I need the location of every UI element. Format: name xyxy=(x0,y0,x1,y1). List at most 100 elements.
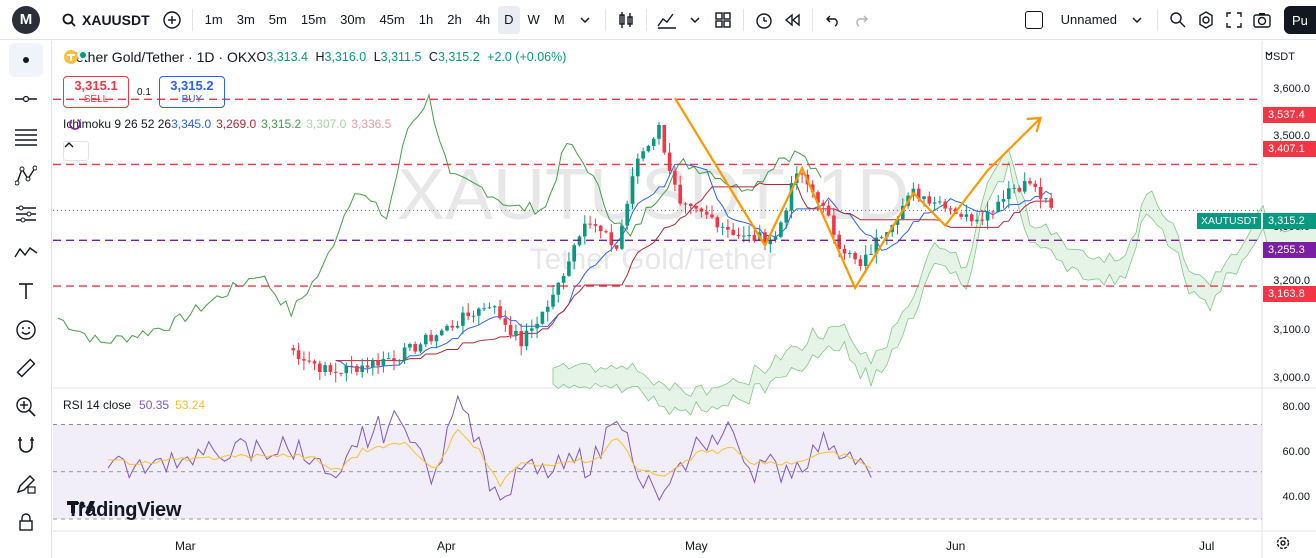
interval-5m[interactable]: 5m xyxy=(263,6,293,34)
ichimoku-lagging: 3,315.2 xyxy=(261,117,302,131)
rsi-legend[interactable]: RSI 14 close 50.35 53.24 xyxy=(63,398,205,412)
watermark-name: Tether Gold/Tether xyxy=(530,243,777,276)
ichimoku-legend[interactable]: Ichimoku 9 26 52 26 3,345.0 3,269.0 3,31… xyxy=(63,117,391,131)
rsi-label: RSI 14 close xyxy=(63,398,132,412)
collapse-legend-button[interactable] xyxy=(63,141,89,161)
candle-body xyxy=(519,331,523,347)
buy-button[interactable]: 3,315.2 BUY xyxy=(158,76,225,108)
interval-M[interactable]: M xyxy=(548,6,571,34)
interval-W[interactable]: W xyxy=(522,6,546,34)
candle-body xyxy=(657,124,661,139)
layout-icon[interactable] xyxy=(1024,10,1043,29)
candle-body xyxy=(296,350,301,360)
candle-body xyxy=(371,360,375,368)
user-avatar[interactable]: M xyxy=(12,5,40,34)
layout-name[interactable]: Unnamed xyxy=(1055,6,1123,34)
ruler-icon xyxy=(16,358,36,378)
camera-icon[interactable] xyxy=(1248,6,1276,34)
candle-body xyxy=(439,330,444,336)
trend-line-tool[interactable] xyxy=(0,80,52,119)
settings-gear-icon[interactable] xyxy=(1192,6,1220,34)
candle-body xyxy=(1022,181,1027,192)
sell-button[interactable]: 3,315.1 SELL xyxy=(63,76,129,108)
candle-body xyxy=(471,315,476,317)
candles-icon[interactable] xyxy=(612,6,640,34)
compare-add-icon[interactable] xyxy=(158,6,186,34)
symbol-search[interactable]: XAUUSDT xyxy=(62,12,150,28)
text-tool[interactable] xyxy=(0,272,52,311)
indicators-icon[interactable] xyxy=(653,6,681,34)
candle-body xyxy=(747,235,751,237)
candle-body xyxy=(863,254,868,266)
interval-15m[interactable]: 15m xyxy=(295,6,332,34)
candle-body xyxy=(731,229,735,235)
symbol-title[interactable]: Tether Gold/Tether · 1D · OKX xyxy=(69,49,257,65)
undo-icon[interactable] xyxy=(819,6,847,34)
candle-body xyxy=(800,173,804,175)
status-dot-icon xyxy=(77,49,89,61)
smiley-icon xyxy=(16,320,36,340)
candle-body xyxy=(932,202,937,204)
candle-body xyxy=(694,205,698,209)
currency-selector[interactable]: USDT xyxy=(1265,51,1295,63)
chevron-down-icon[interactable] xyxy=(571,6,599,34)
search-icon xyxy=(62,13,76,27)
candle-body xyxy=(1028,181,1032,184)
candle-body xyxy=(641,151,645,159)
candle-body xyxy=(858,259,863,266)
candle-body xyxy=(360,365,364,373)
candle-body xyxy=(593,224,598,226)
alert-clock-icon[interactable] xyxy=(750,6,778,34)
keep-drawing-tool[interactable] xyxy=(0,465,52,504)
interval-list: 1m 3m 5m 15m 30m 45m 1h 2h 4h D W M xyxy=(199,5,571,34)
candle-body xyxy=(349,365,354,367)
redo-icon[interactable] xyxy=(847,6,875,34)
lock-tool[interactable] xyxy=(0,503,52,542)
publish-button[interactable]: Pu xyxy=(1284,6,1316,34)
interval-1h[interactable]: 1h xyxy=(413,6,439,34)
chart-settings-button[interactable] xyxy=(1275,535,1301,557)
fib-tool[interactable] xyxy=(0,118,52,157)
icon-tool[interactable] xyxy=(0,311,52,350)
pattern-icon xyxy=(15,165,37,186)
candle-body xyxy=(662,124,667,153)
candle-body xyxy=(487,307,492,309)
candle-body xyxy=(397,360,402,362)
interval-2h[interactable]: 2h xyxy=(441,6,467,34)
candle-body xyxy=(381,358,386,366)
layouts-grid-icon[interactable] xyxy=(709,6,737,34)
candle-body xyxy=(779,222,783,237)
chart-pane[interactable]: XAUTUSDT, 1D Tether Gold/Tether Tether Go… xyxy=(53,41,1316,558)
quick-search-icon[interactable] xyxy=(1164,6,1192,34)
chevron-down-icon xyxy=(1265,51,1273,56)
interval-45m[interactable]: 45m xyxy=(373,6,410,34)
cursor-tool[interactable] xyxy=(0,41,52,80)
text-t-icon xyxy=(19,283,33,300)
forecast-tool[interactable] xyxy=(0,195,52,234)
pattern-tool[interactable] xyxy=(0,157,52,196)
tradingview-logo-icon xyxy=(67,501,95,513)
replay-icon[interactable] xyxy=(778,6,806,34)
candle-body xyxy=(683,203,688,205)
candle-body xyxy=(402,347,407,361)
candle-body xyxy=(376,360,380,366)
zoom-tool[interactable] xyxy=(0,388,52,427)
interval-30m[interactable]: 30m xyxy=(334,6,371,34)
month-label: May xyxy=(685,539,708,553)
candle-body xyxy=(609,232,614,246)
candle-body xyxy=(323,365,327,373)
fullscreen-icon[interactable] xyxy=(1220,6,1248,34)
interval-3m[interactable]: 3m xyxy=(231,6,261,34)
interval-1m[interactable]: 1m xyxy=(199,6,229,34)
candle-body xyxy=(985,211,990,221)
candle-body xyxy=(1044,198,1048,200)
brush-tool[interactable] xyxy=(0,234,52,273)
candle-body xyxy=(1007,188,1011,200)
chevron-down-icon[interactable] xyxy=(1123,6,1151,34)
magnet-tool[interactable] xyxy=(0,426,52,465)
chevron-down-icon[interactable] xyxy=(681,6,709,34)
interval-4h[interactable]: 4h xyxy=(470,6,496,34)
measure-tool[interactable] xyxy=(0,349,52,388)
interval-D[interactable]: D xyxy=(498,5,520,34)
candle-body xyxy=(1012,187,1016,189)
